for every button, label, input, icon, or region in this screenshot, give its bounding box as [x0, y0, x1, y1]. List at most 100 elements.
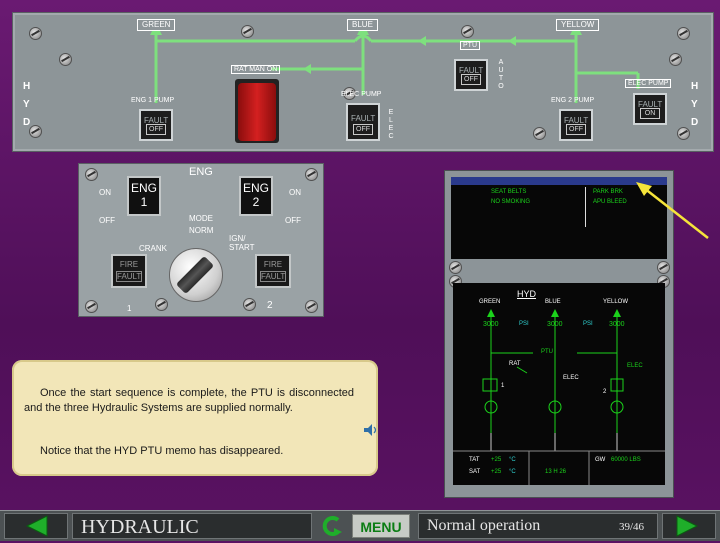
off-light: OFF — [353, 124, 373, 135]
screw — [449, 261, 462, 274]
explanation-paragraph: Once the start sequence is complete, the… — [24, 387, 354, 414]
mode-label: Normal operation — [427, 517, 541, 534]
tat-label: TAT — [469, 457, 480, 463]
elec-letter: E — [388, 109, 394, 116]
ptu-label: PTU — [460, 41, 480, 50]
screw — [85, 300, 98, 313]
section-title-field: HYDRAULIC — [72, 513, 312, 539]
rat-man-on-label: RAT MAN ON — [231, 65, 281, 74]
fault-light: FAULT — [260, 271, 286, 282]
explanation-text-box: Once the start sequence is complete, the… — [12, 360, 378, 476]
side-letter-d: D — [691, 117, 699, 128]
auto-letter: A — [498, 59, 504, 66]
section-title: HYDRAULIC — [81, 516, 199, 538]
mode-selector-pointer — [175, 255, 215, 295]
fire-light: FIRE — [119, 260, 139, 269]
prev-button[interactable] — [4, 513, 68, 539]
eng1-pump-label: ENG 1 PUMP — [131, 97, 175, 104]
eng1-pump-button[interactable]: FAULT OFF — [139, 109, 173, 141]
page-counter: 39/46 — [619, 521, 645, 533]
eng2-number-label: 2 — [267, 300, 273, 311]
elec-letter: C — [388, 133, 394, 140]
eng2-pump-button[interactable]: FAULT OFF — [559, 109, 593, 141]
side-letter-d: D — [23, 117, 31, 128]
next-button[interactable] — [662, 513, 716, 539]
ptu-label-sd: PTU — [541, 349, 553, 355]
hyd-overhead-panel: GREEN BLUE YELLOW H Y D H Y D RAT MAN ON… — [12, 12, 714, 152]
eng1-on-label: ON — [99, 188, 111, 197]
screw — [657, 261, 670, 274]
screw — [155, 298, 168, 311]
lower-ecam-hyd-page: HYD GREEN BLUE YELLOW 3000 PSI 3000 PSI … — [453, 283, 665, 485]
memo-apu-bleed: APU BLEED — [593, 199, 627, 205]
elec-label-sd: ELEC — [563, 375, 579, 381]
utc-time: 13 H 26 — [545, 469, 567, 475]
bottom-navigation-bar: HYDRAULIC MENU Normal operation 39/46 — [0, 510, 720, 541]
menu-button[interactable]: MENU — [352, 514, 410, 538]
eng2-pump-num-sd: 2 — [603, 389, 607, 395]
screw — [305, 168, 318, 181]
eng2-master-switch[interactable]: ENG 2 — [239, 176, 273, 216]
eng1-label: ENG — [130, 181, 157, 195]
elec-right-label-sd: ELEC — [627, 363, 643, 369]
stage: GREEN BLUE YELLOW H Y D H Y D RAT MAN ON… — [0, 0, 720, 541]
eng-panel-title: ENG — [189, 166, 213, 178]
rat-man-on-button[interactable] — [238, 83, 276, 141]
screw — [29, 27, 42, 40]
menu-label: MENU — [360, 519, 402, 535]
eng2-off-label: OFF — [285, 216, 301, 225]
sat-label: SAT — [469, 469, 481, 475]
ign-start-label: IGN/ START — [229, 234, 255, 252]
elec-side-label: E L E C — [387, 109, 395, 141]
rat-label-sd: RAT — [509, 361, 521, 367]
side-letter-h: H — [23, 81, 31, 92]
eng2-fire-fault-indicator: FIRE FAULT — [255, 254, 291, 288]
screw — [241, 25, 254, 38]
eng2-on-label: ON — [289, 188, 301, 197]
eng1-master-switch[interactable]: ENG 1 — [127, 176, 161, 216]
speaker-icon[interactable] — [362, 422, 378, 438]
ptu-button[interactable]: FAULT OFF — [454, 59, 488, 91]
yellow-system-label: YELLOW — [556, 19, 600, 31]
eng2-label: ENG — [242, 181, 269, 195]
eng1-number: 1 — [140, 195, 148, 209]
eng1-fire-fault-indicator: FIRE FAULT — [111, 254, 147, 288]
sat-value: +25 — [491, 469, 502, 475]
screw — [669, 53, 682, 66]
side-letter-h: H — [691, 81, 699, 92]
screw — [677, 27, 690, 40]
side-letter-y: Y — [691, 99, 698, 110]
screw — [305, 300, 318, 313]
eng2-pump-label: ENG 2 PUMP — [551, 97, 595, 104]
fault-light: FAULT — [116, 271, 142, 282]
yellow-elec-pump-label: ELEC PUMP — [625, 79, 672, 88]
mode-selector-knob[interactable] — [169, 248, 223, 302]
screw — [59, 53, 72, 66]
screw — [85, 168, 98, 181]
off-light: OFF — [461, 74, 481, 85]
green-system-label: GREEN — [137, 19, 176, 31]
blue-elec-pump-button[interactable]: FAULT OFF — [346, 103, 380, 141]
fault-light: FAULT — [351, 114, 376, 123]
gw-label: GW — [595, 457, 606, 463]
return-button[interactable] — [318, 514, 344, 538]
eng-start-panel: ENG ENG 1 ENG 2 ON OFF ON OFF MODE NORM … — [78, 163, 324, 317]
yellow-elec-pump-button[interactable]: FAULT ON — [633, 93, 667, 125]
pointer-arrow-icon — [636, 182, 709, 239]
screw — [243, 298, 256, 311]
eng1-pump-num-sd: 1 — [501, 383, 505, 389]
elec-letter: E — [388, 125, 394, 132]
mode-label: MODE — [189, 214, 213, 223]
crank-label: CRANK — [139, 244, 168, 253]
auto-letter: T — [498, 75, 504, 82]
eng1-number-label: 1 — [127, 304, 132, 313]
side-letter-y: Y — [23, 99, 30, 110]
off-light: OFF — [146, 124, 166, 135]
elec-letter: L — [389, 117, 393, 124]
memo-seat-belts: SEAT BELTS — [491, 189, 527, 195]
auto-letter: U — [498, 67, 504, 74]
gw-value: 60000 LBS — [611, 457, 641, 463]
memo-no-smoking: NO SMOKING — [491, 199, 531, 205]
right-arrow-icon — [676, 515, 699, 537]
blue-elec-pump-label: ELEC PUMP — [341, 91, 382, 98]
